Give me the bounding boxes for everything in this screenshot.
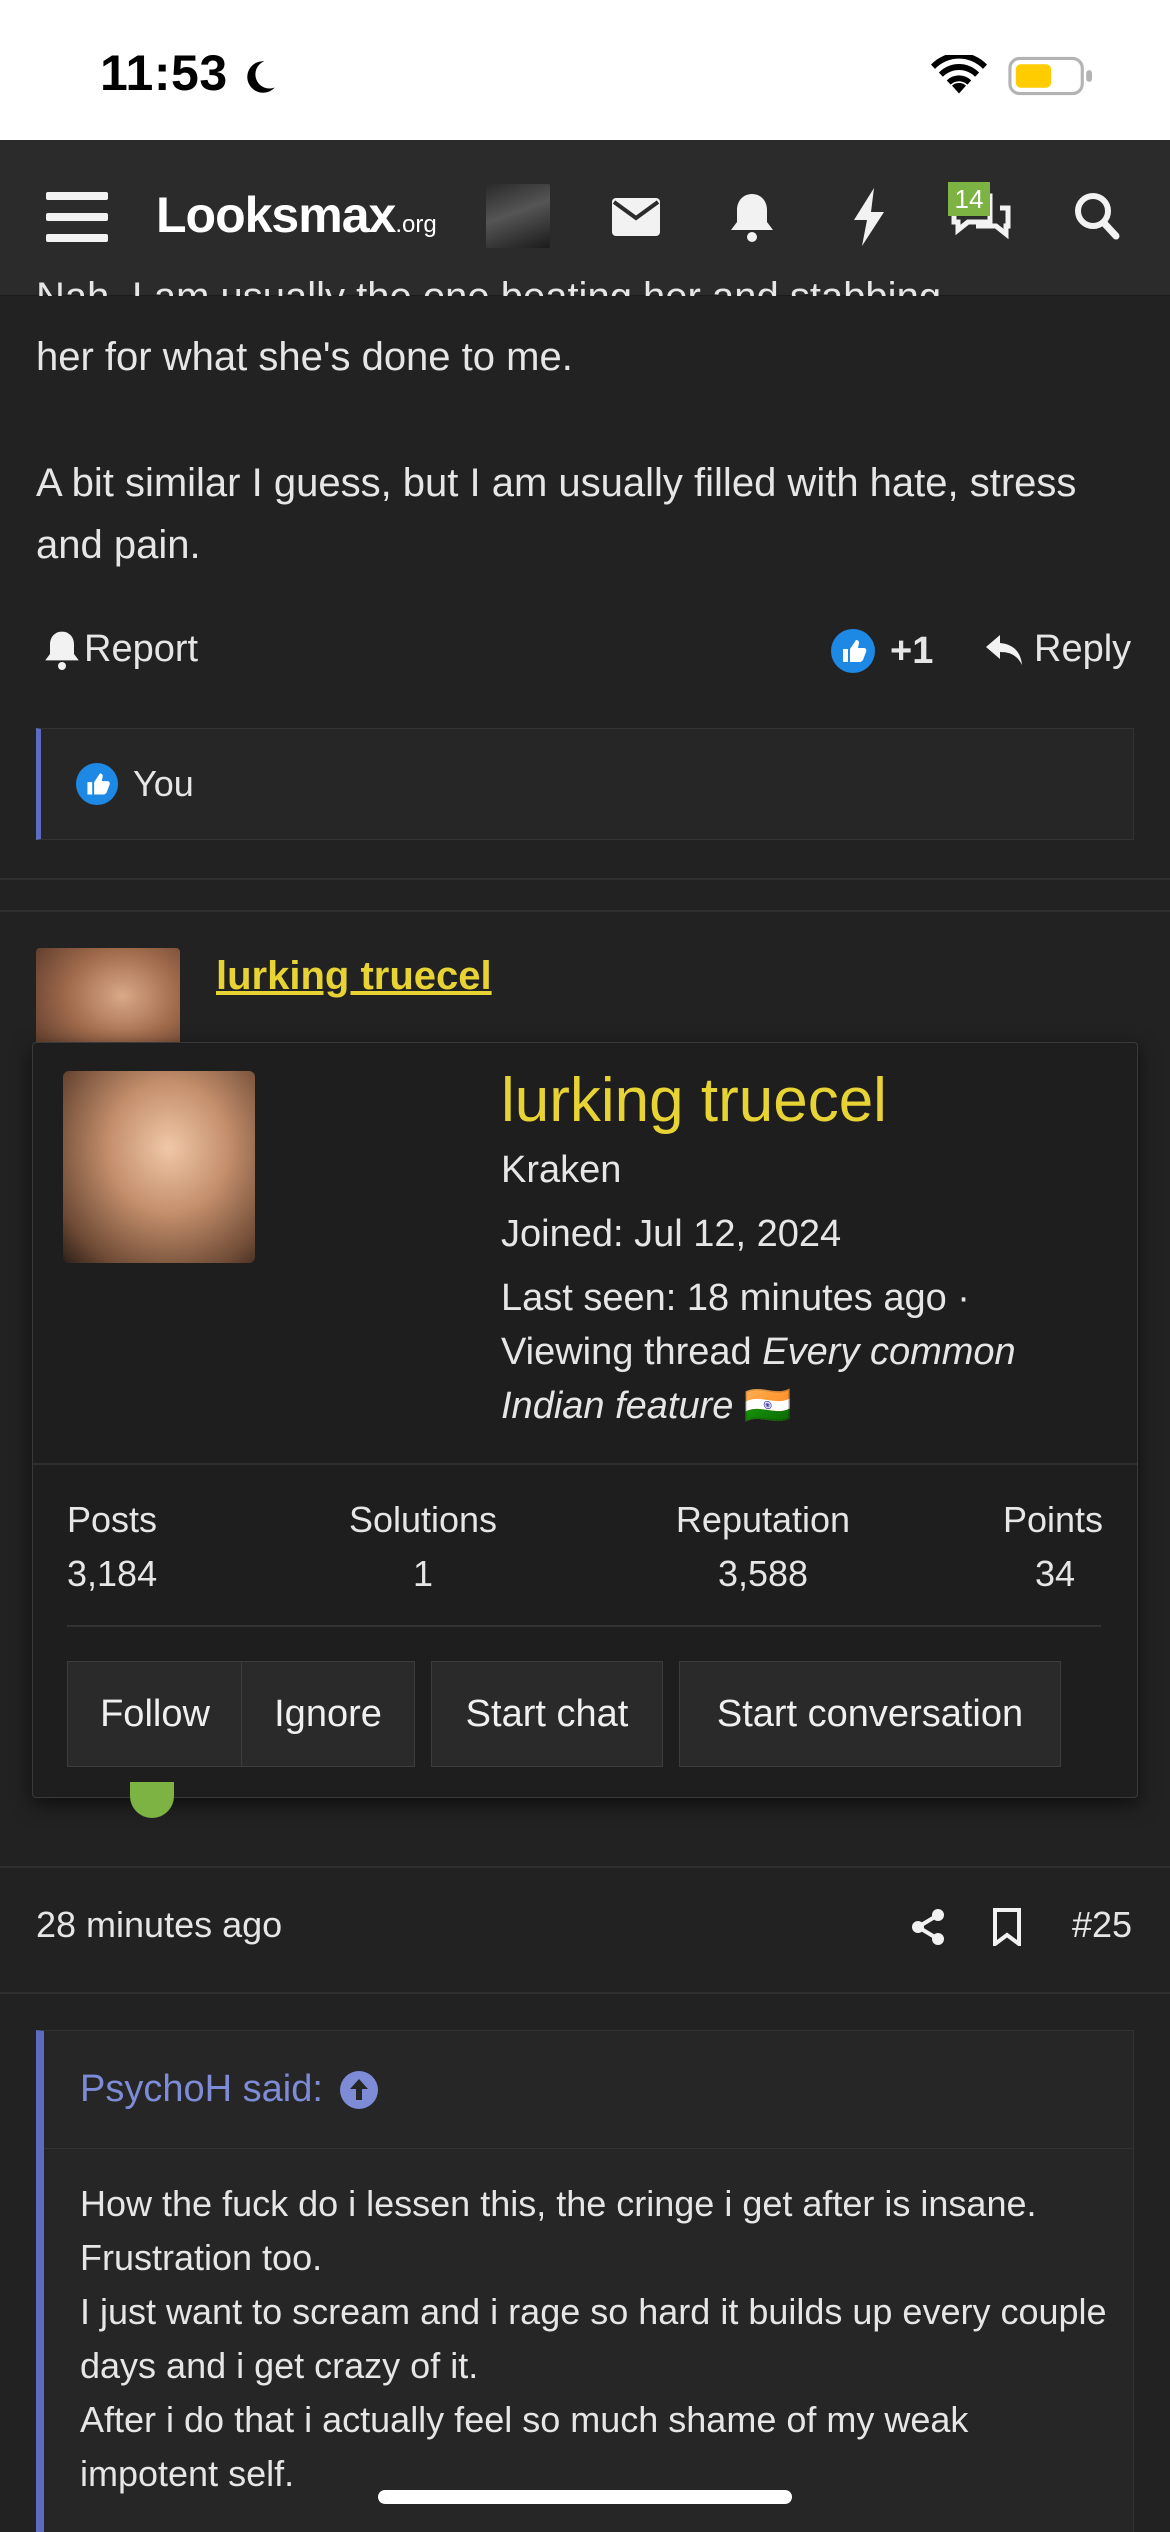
post-text-partial: Nah, I am usually the one beating her an… xyxy=(36,266,1136,296)
quote-line: I just want to scream and i rage so hard… xyxy=(80,2291,1107,2386)
member-viewing-prefix: Viewing thread xyxy=(501,1331,763,1373)
stat-reputation: Reputation 3,588 xyxy=(653,1493,873,1601)
quote-block: PsychoH said: How the fuck do i lessen t… xyxy=(36,2030,1134,2532)
stat-value: 3,184 xyxy=(67,1553,158,1594)
post-divider xyxy=(0,910,1170,912)
stat-value: 34 xyxy=(1034,1553,1075,1594)
stat-value: 1 xyxy=(412,1553,434,1594)
stat-posts: Posts 3,184 xyxy=(67,1493,207,1601)
conversation-badge: 14 xyxy=(948,182,990,216)
reactions-text: You xyxy=(133,763,194,804)
reply-icon xyxy=(986,634,1022,665)
moon-icon xyxy=(247,61,275,93)
ignore-button[interactable]: Ignore xyxy=(241,1661,415,1767)
post-text-line: her for what she's done to me. xyxy=(36,335,573,379)
bolt-icon[interactable] xyxy=(852,188,886,246)
quote-author[interactable]: PsychoH said: xyxy=(80,2068,323,2111)
thumbs-up-icon xyxy=(831,629,875,673)
quote-header[interactable]: PsychoH said: xyxy=(44,2031,1133,2149)
bell-icon xyxy=(45,631,79,670)
home-indicator[interactable] xyxy=(378,2490,792,2504)
tooltip-inner-divider xyxy=(67,1625,1101,1627)
bell-icon[interactable] xyxy=(730,192,774,242)
like-count-value: +1 xyxy=(890,629,934,672)
post-divider xyxy=(0,878,1170,880)
post-text-paragraph: A bit similar I guess, but I am usually … xyxy=(36,461,1077,567)
stat-label: Reputation xyxy=(675,1499,851,1540)
member-joined: Joined: Jul 12, 2024 xyxy=(501,1213,842,1255)
bookmark-icon[interactable] xyxy=(992,1908,1022,1946)
stat-label: Points xyxy=(1002,1499,1103,1540)
online-indicator xyxy=(130,1782,174,1818)
quote-line: How the fuck do i lessen this, the cring… xyxy=(80,2183,1037,2278)
like-count[interactable]: +1 xyxy=(830,628,933,674)
post-divider xyxy=(0,1992,1170,1994)
stat-label: Solutions xyxy=(348,1499,498,1540)
tooltip-divider xyxy=(33,1463,1137,1465)
start-chat-button[interactable]: Start chat xyxy=(431,1661,663,1767)
stat-label: Posts xyxy=(67,1499,158,1540)
reply-button[interactable]: Reply xyxy=(984,628,1131,671)
reactions-bar[interactable]: You xyxy=(36,728,1134,840)
member-tooltip: lurking truecel Kraken Joined: Jul 12, 2… xyxy=(32,1042,1138,1798)
reply-label: Reply xyxy=(1034,628,1132,670)
member-avatar[interactable] xyxy=(63,1071,255,1263)
menu-icon[interactable] xyxy=(46,190,108,244)
quote-line: After i do that i actually feel so much … xyxy=(80,2399,969,2494)
start-conversation-button[interactable]: Start conversation xyxy=(679,1661,1061,1767)
report-label: Report xyxy=(84,628,199,670)
battery-icon xyxy=(1008,56,1093,96)
share-icon[interactable] xyxy=(910,1908,946,1946)
arrow-up-circle-icon[interactable] xyxy=(339,2070,379,2110)
thumbs-up-icon xyxy=(75,762,119,806)
member-viewing-line: Viewing thread Every common Indian featu… xyxy=(501,1325,1121,1433)
post-number[interactable]: #25 xyxy=(1072,1904,1132,1946)
post-time[interactable]: 28 minutes ago xyxy=(36,1904,282,1946)
site-logo[interactable]: Looksmax.org xyxy=(156,186,437,244)
member-last-seen-text: Last seen: 18 minutes ago · xyxy=(501,1277,970,1319)
member-last-seen: Last seen: 18 minutes ago · Viewing thre… xyxy=(501,1271,1121,1433)
post-actions: Report +1 Reply xyxy=(36,620,1136,690)
stat-points: Points 34 xyxy=(973,1493,1103,1601)
user-avatar[interactable] xyxy=(486,184,550,248)
logo-text: Looksmax xyxy=(156,187,396,243)
wifi-icon xyxy=(931,55,987,94)
member-name[interactable]: lurking truecel xyxy=(501,1065,887,1136)
stat-value: 3,588 xyxy=(717,1553,809,1594)
status-time: 11:53 xyxy=(100,45,228,101)
india-flag-icon: 🇮🇳 xyxy=(743,1385,792,1427)
report-button[interactable]: Report xyxy=(44,628,198,671)
member-title: Kraken xyxy=(501,1149,622,1191)
search-icon[interactable] xyxy=(1074,192,1120,240)
quote-body: How the fuck do i lessen this, the cring… xyxy=(80,2177,1110,2501)
stat-solutions: Solutions 1 xyxy=(333,1493,513,1601)
post-author-name[interactable]: lurking truecel xyxy=(216,954,492,999)
post-divider xyxy=(0,1866,1170,1868)
envelope-icon[interactable] xyxy=(612,198,660,236)
follow-button[interactable]: Follow xyxy=(67,1661,243,1767)
status-bar: 11:53 xyxy=(0,0,1170,140)
logo-tld: .org xyxy=(395,211,437,238)
